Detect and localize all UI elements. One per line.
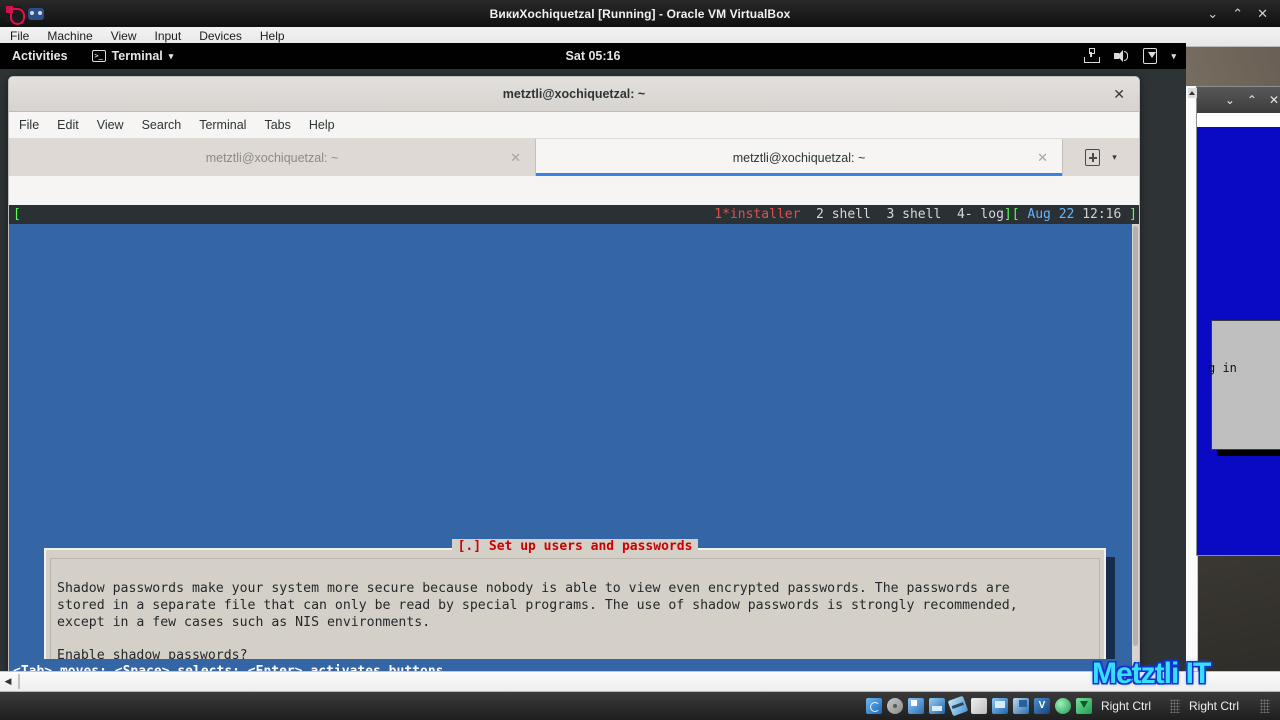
tmux-right-close-bracket: ]: [1003, 207, 1012, 222]
dialog-body-text: Shadow passwords make your system more s…: [57, 581, 1018, 630]
background-window[interactable]: ⌄ ⌃ ✕ g in: [1196, 86, 1280, 556]
network-icon[interactable]: [1083, 48, 1101, 64]
hard-disk-icon[interactable]: [865, 698, 882, 714]
maximize-icon[interactable]: ⌃: [1232, 7, 1243, 20]
tmux-window-installer[interactable]: 1*installer: [714, 207, 800, 222]
tmux-status-bar: [ 1*installer 2 shell 3 shell 4- log ][ …: [9, 205, 1139, 224]
tmux-pane-installer: [.] Set up users and passwords Shadow pa…: [9, 224, 1133, 683]
bgwin-close-icon[interactable]: ✕: [1269, 93, 1279, 107]
terminal-menu-file[interactable]: File: [9, 118, 48, 132]
shared-folders-icon[interactable]: [970, 698, 987, 714]
close-icon[interactable]: ✕: [510, 150, 521, 166]
background-window-dialog-text: g in: [1208, 361, 1237, 375]
vm-features-icon[interactable]: V: [1033, 698, 1050, 714]
terminal-menu-edit[interactable]: Edit: [48, 118, 88, 132]
app-menu-button[interactable]: >_ Terminal ▾: [91, 49, 174, 63]
terminal-menu-tabs[interactable]: Tabs: [255, 118, 299, 132]
close-icon[interactable]: ✕: [1037, 150, 1048, 166]
tmux-window-shell-3[interactable]: 3 shell: [887, 207, 942, 222]
chevron-down-icon: ▾: [168, 50, 174, 61]
bgwin-maximize-icon[interactable]: ⌃: [1247, 93, 1257, 107]
host-key-label-outer: Right Ctrl: [1188, 699, 1239, 713]
statusbar-grip: [1169, 699, 1180, 713]
host-key-icon[interactable]: [1075, 698, 1092, 714]
scrollbar-thumb[interactable]: [1133, 226, 1138, 646]
tmux-left-bracket: [: [13, 207, 21, 222]
terminal-window-title: metztli@xochiquetzal: ~: [502, 87, 646, 101]
terminal-tabbar: metztli@xochiquetzal: ~ ✕ metztli@xochiq…: [9, 139, 1139, 176]
terminal-icon: >_: [91, 50, 106, 62]
floppy-drive-icon[interactable]: [907, 698, 924, 714]
terminal-menubar: File Edit View Search Terminal Tabs Help: [9, 112, 1139, 139]
tmux-right-status: ][ Aug 22 12:16 ]: [1004, 207, 1139, 222]
minimize-icon[interactable]: ⌄: [1207, 7, 1218, 20]
display-icon[interactable]: [991, 698, 1008, 714]
virtualbox-status-icons: V Right Ctrl Right Ctrl: [865, 695, 1280, 717]
chevron-down-icon[interactable]: ▾: [1112, 152, 1117, 163]
background-window-body: g in: [1197, 127, 1280, 555]
background-window-dialog: g in: [1208, 320, 1280, 450]
virtualbox-icon: [6, 5, 25, 25]
tmux-date: Aug 22: [1027, 207, 1075, 222]
optical-drive-icon[interactable]: [886, 698, 903, 714]
terminal-window: metztli@xochiquetzal: ~ ✕ File Edit View…: [8, 76, 1140, 684]
gnome-system-tray[interactable]: ▾: [1083, 48, 1186, 64]
network-adapter-icon[interactable]: [928, 698, 945, 714]
gnome-clock[interactable]: Sat 05:16: [0, 49, 1186, 63]
statusbar-grip-outer: [1260, 699, 1270, 713]
virtualbox-window-title: ВикиXochiquetzal [Running] - Oracle VM V…: [489, 6, 791, 21]
activities-button[interactable]: Activities: [0, 49, 80, 63]
terminal-tab-1[interactable]: metztli@xochiquetzal: ~ ✕: [9, 139, 536, 176]
terminal-menu-help[interactable]: Help: [300, 118, 344, 132]
terminal-content[interactable]: [ 1*installer 2 shell 3 shell 4- log ][ …: [9, 205, 1139, 683]
volume-icon[interactable]: [1113, 48, 1129, 64]
tmux-time: 12:16: [1082, 207, 1122, 222]
guest-screen: Activities >_ Terminal ▾ Sat 05:16 ▾ met…: [0, 43, 1186, 692]
terminal-tabbar-actions: ▾: [1063, 139, 1139, 176]
guest-additions-icon: [28, 7, 44, 20]
background-window-scroll-up-button[interactable]: [1188, 88, 1197, 98]
gnome-topbar: Activities >_ Terminal ▾ Sat 05:16 ▾: [0, 43, 1186, 69]
horizontal-scrollbar-thumb[interactable]: [18, 674, 20, 689]
bgwin-minimize-icon[interactable]: ⌄: [1225, 93, 1235, 107]
metztli-it-logo: Metztli IT: [1092, 657, 1211, 690]
terminal-menu-view[interactable]: View: [88, 118, 133, 132]
terminal-tab-label: metztli@xochiquetzal: ~: [205, 150, 339, 165]
terminal-titlebar: metztli@xochiquetzal: ~ ✕: [9, 77, 1139, 112]
chevron-down-icon[interactable]: ▾: [1171, 51, 1176, 62]
tmux-window-log-4[interactable]: 4- log: [957, 207, 1004, 222]
virtualbox-titlebar: ВикиXochiquetzal [Running] - Oracle VM V…: [0, 0, 1280, 27]
terminal-tab-label: metztli@xochiquetzal: ~: [732, 150, 866, 165]
close-icon[interactable]: ✕: [1257, 7, 1268, 20]
mouse-integration-icon[interactable]: [1054, 698, 1071, 714]
app-menu-label: Terminal: [111, 49, 163, 63]
virtualbox-horizontal-scrollbar[interactable]: ◀: [0, 671, 1280, 692]
virtualbox-window-buttons: ⌄ ⌃ ✕: [1160, 7, 1280, 20]
scroll-left-arrow-icon[interactable]: ◀: [0, 672, 16, 691]
host-key-label-inner: Right Ctrl: [1100, 699, 1151, 713]
terminal-vertical-scrollbar[interactable]: [1132, 224, 1139, 683]
background-window-titlebar[interactable]: ⌄ ⌃ ✕: [1197, 87, 1280, 113]
tmux-right-end-bracket: ]: [1129, 207, 1137, 222]
terminal-menu-terminal[interactable]: Terminal: [190, 118, 255, 132]
power-icon[interactable]: [1143, 48, 1158, 64]
tmux-window-shell-2[interactable]: 2 shell: [816, 207, 871, 222]
tmux-right-open-bracket: [: [1011, 207, 1020, 222]
screen-root: ⌄ ⌃ ✕ g in ВикиXochiquetzal [Running] - …: [0, 0, 1280, 720]
new-tab-icon[interactable]: [1085, 149, 1101, 166]
dialog-title: [.] Set up users and passwords: [46, 539, 1104, 554]
usb-icon[interactable]: [947, 695, 969, 717]
terminal-menu-search[interactable]: Search: [133, 118, 191, 132]
terminal-tab-2[interactable]: metztli@xochiquetzal: ~ ✕: [536, 139, 1063, 176]
close-icon[interactable]: ✕: [1113, 86, 1125, 103]
virtualbox-statusbar: V Right Ctrl Right Ctrl: [0, 692, 1280, 720]
recording-icon[interactable]: [1012, 698, 1029, 714]
virtualbox-titlebar-icons: [0, 5, 120, 25]
